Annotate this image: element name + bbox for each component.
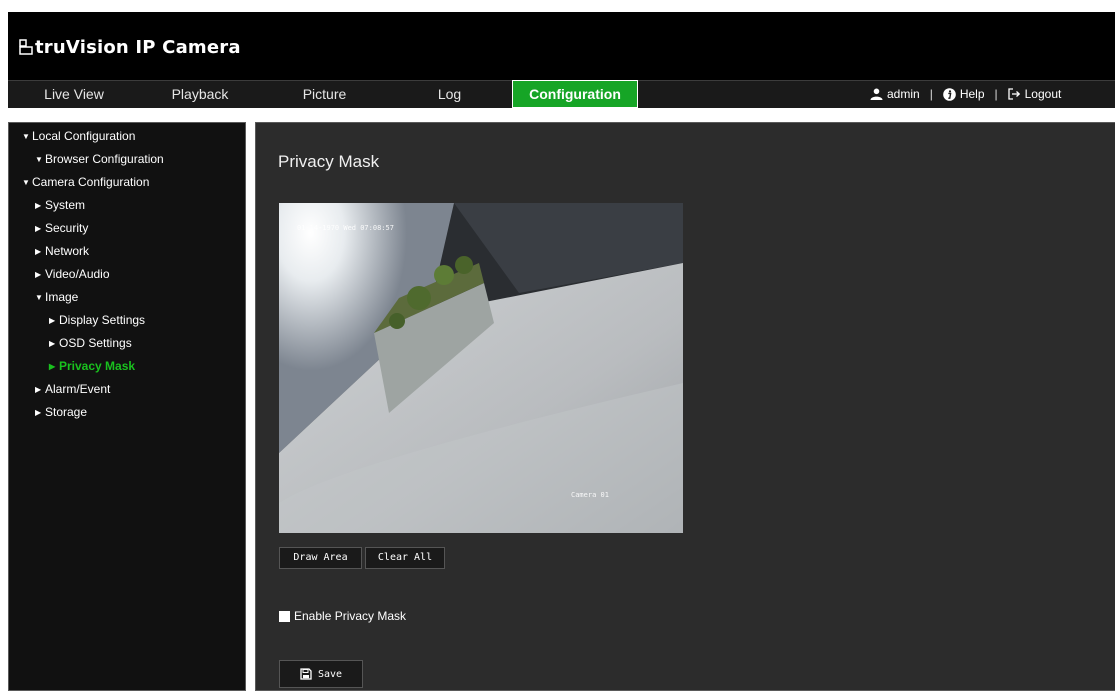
tree-label: Privacy Mask xyxy=(59,359,136,373)
tree-label: System xyxy=(45,198,86,212)
triangle-down-icon: ▼ xyxy=(35,155,43,164)
user-link[interactable]: admin xyxy=(870,80,920,108)
triangle-down-icon: ▼ xyxy=(35,293,43,302)
tree-video-audio[interactable]: ▶ Video/Audio xyxy=(35,264,110,284)
tree-local-configuration[interactable]: ▼ Local Configuration xyxy=(22,126,135,146)
tree-storage[interactable]: ▶ Storage xyxy=(35,402,87,422)
enable-privacy-mask-row: Enable Privacy Mask xyxy=(279,608,406,624)
enable-privacy-mask-label: Enable Privacy Mask xyxy=(294,609,407,623)
triangle-right-icon: ▶ xyxy=(49,362,56,371)
draw-area-button[interactable]: Draw Area xyxy=(279,547,362,569)
save-icon xyxy=(300,668,312,680)
help-link[interactable]: Help xyxy=(943,80,985,108)
tree-label: Display Settings xyxy=(59,313,146,327)
info-icon xyxy=(943,87,956,101)
separator: | xyxy=(994,87,998,101)
brand-logo: truVision IP Camera xyxy=(19,32,241,62)
tab-configuration[interactable]: Configuration xyxy=(512,80,638,108)
tree-label: Security xyxy=(45,221,89,235)
tree-label: Camera Configuration xyxy=(32,175,150,189)
save-label: Save xyxy=(317,668,343,680)
triangle-right-icon: ▶ xyxy=(35,247,42,256)
tree-privacy-mask[interactable]: ▶ Privacy Mask xyxy=(49,356,135,376)
enable-privacy-mask-checkbox[interactable] xyxy=(279,610,290,622)
tree-camera-configuration[interactable]: ▼ Camera Configuration xyxy=(22,172,149,192)
triangle-right-icon: ▶ xyxy=(49,339,56,348)
tree-label: OSD Settings xyxy=(59,336,132,350)
triangle-right-icon: ▶ xyxy=(35,224,42,233)
video-preview[interactable]: 01-14-1970 Wed 07:08:57 Camera 01 xyxy=(279,203,683,533)
tree-label: Video/Audio xyxy=(45,267,110,281)
username: admin xyxy=(887,87,920,101)
tree-label: Browser Configuration xyxy=(45,152,164,166)
clear-all-button[interactable]: Clear All xyxy=(365,547,445,569)
page-title: Privacy Mask xyxy=(278,152,380,171)
brand-name: truVision IP Camera xyxy=(35,36,241,58)
logout-link[interactable]: Logout xyxy=(1007,80,1062,108)
osd-camera-name: Camera 01 xyxy=(571,491,609,499)
help-label: Help xyxy=(959,87,985,101)
tree-network[interactable]: ▶ Network xyxy=(35,241,89,261)
tree-browser-configuration[interactable]: ▼ Browser Configuration xyxy=(35,149,164,169)
user-icon xyxy=(870,88,883,100)
tree-image[interactable]: ▼ Image xyxy=(35,287,78,307)
tree-security[interactable]: ▶ Security xyxy=(35,218,88,238)
tree-label: Storage xyxy=(45,405,88,419)
tree-label: Alarm/Event xyxy=(45,382,111,396)
logout-label: Logout xyxy=(1024,87,1062,101)
tree-label: Local Configuration xyxy=(32,129,136,143)
triangle-right-icon: ▶ xyxy=(49,316,56,325)
triangle-down-icon: ▼ xyxy=(22,132,30,141)
camera-image xyxy=(279,203,683,533)
tree-alarm-event[interactable]: ▶ Alarm/Event xyxy=(35,379,110,399)
tab-picture[interactable]: Picture xyxy=(262,80,387,108)
tree-system[interactable]: ▶ System xyxy=(35,195,85,215)
triangle-right-icon: ▶ xyxy=(35,270,42,279)
tree-osd-settings[interactable]: ▶ OSD Settings xyxy=(49,333,132,353)
tab-live-view[interactable]: Live View xyxy=(8,80,140,108)
tree-label: Network xyxy=(45,244,90,258)
tree-label: Image xyxy=(45,290,79,304)
osd-datetime: 01-14-1970 Wed 07:08:57 xyxy=(297,224,394,232)
triangle-down-icon: ▼ xyxy=(22,178,30,187)
separator: | xyxy=(929,87,933,101)
tab-playback[interactable]: Playback xyxy=(140,80,260,108)
tree-display-settings[interactable]: ▶ Display Settings xyxy=(49,310,145,330)
triangle-right-icon: ▶ xyxy=(35,201,42,210)
triangle-right-icon: ▶ xyxy=(35,408,42,417)
logout-icon xyxy=(1007,88,1020,100)
tab-log[interactable]: Log xyxy=(387,80,512,108)
logo-icon xyxy=(19,39,33,55)
save-button[interactable]: Save xyxy=(279,660,363,688)
user-menu: admin | Help | Logout xyxy=(870,80,1061,108)
triangle-right-icon: ▶ xyxy=(35,385,42,394)
